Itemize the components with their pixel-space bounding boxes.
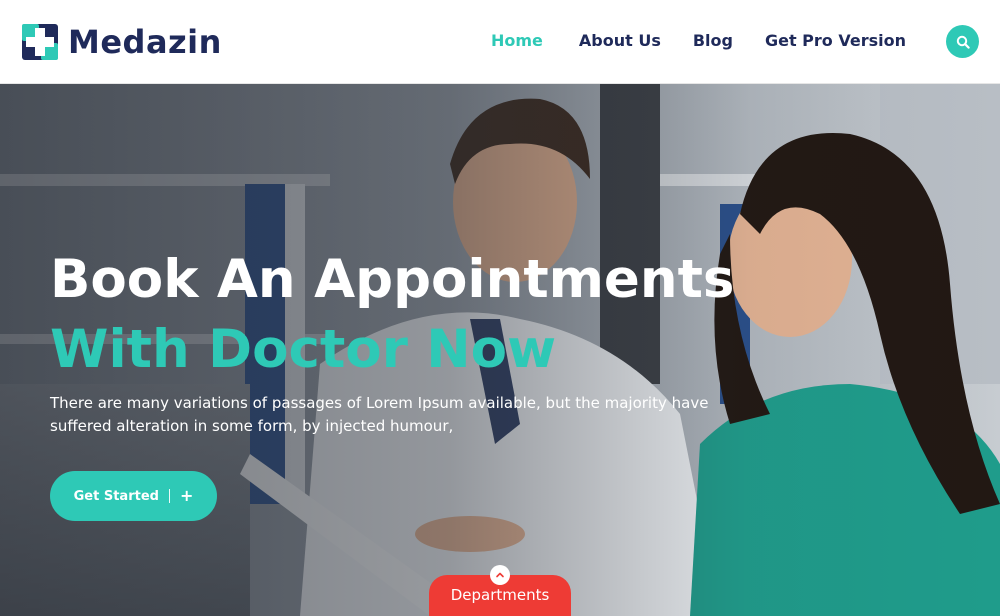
nav-get-pro-version[interactable]: Get Pro Version <box>765 30 906 52</box>
get-started-button[interactable]: Get Started + <box>50 471 217 521</box>
site-header: Medazin Home About Us Blog Get Pro Versi… <box>0 0 1000 84</box>
hero-title-line-2: With Doctor Now <box>50 319 557 380</box>
button-divider <box>168 489 170 503</box>
departments-label: Departments <box>450 586 550 604</box>
departments-toggle[interactable] <box>490 565 510 585</box>
chevron-up-icon <box>496 572 504 578</box>
brand-logo[interactable]: Medazin <box>20 22 222 62</box>
hero-title-line-1: Book An Appointments <box>50 249 735 310</box>
nav-home[interactable]: Home <box>491 30 543 52</box>
hero-description: There are many variations of passages of… <box>50 394 709 435</box>
brand-name: Medazin <box>68 23 222 61</box>
hero-section: Book An Appointments With Doctor Now The… <box>0 84 1000 616</box>
search-icon <box>956 35 970 49</box>
plus-icon: + <box>179 486 194 505</box>
get-started-label: Get Started <box>73 488 159 504</box>
nav-blog[interactable]: Blog <box>693 30 733 52</box>
search-button[interactable] <box>946 25 979 58</box>
nav-about-us[interactable]: About Us <box>579 30 661 52</box>
medical-cross-logo-icon <box>22 24 58 60</box>
main-nav: Home About Us Blog Get Pro Version <box>491 30 906 52</box>
